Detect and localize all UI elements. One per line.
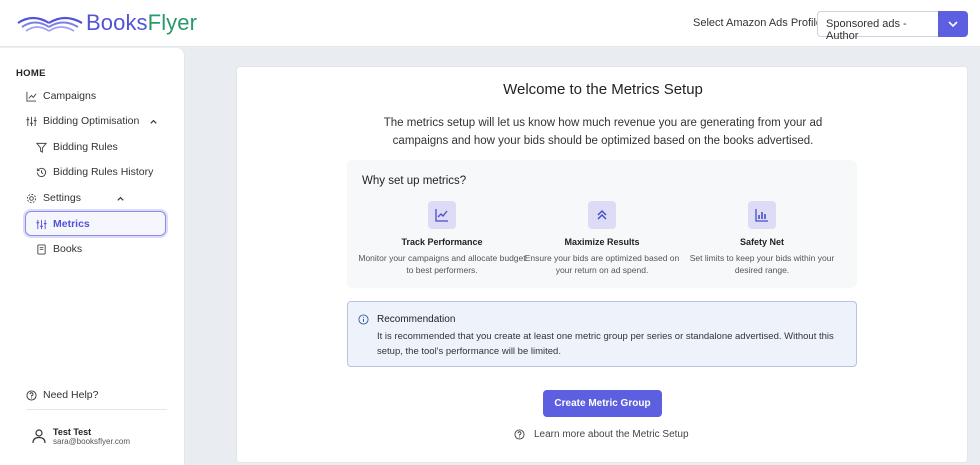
profile-label: Select Amazon Ads Profile: (693, 17, 826, 29)
sidebar-item-metrics[interactable]: Metrics (25, 211, 166, 236)
info-icon (358, 314, 369, 325)
logo-flyer: Flyer (147, 10, 198, 35)
sidebar-item-bidding-optimisation[interactable]: Bidding Optimisation (26, 115, 164, 127)
sidebar-item-label: Settings (43, 192, 81, 204)
feature-title: Track Performance (401, 237, 483, 247)
feature-maximize-results: Maximize Results Ensure your bids are op… (517, 201, 687, 276)
user-name: Test Test (53, 427, 92, 437)
page-description: The metrics setup will let us know how m… (383, 117, 823, 147)
feature-title: Safety Net (739, 237, 784, 247)
feature-description: Monitor your campaigns and allocate budg… (358, 253, 526, 275)
learn-more-link[interactable]: Learn more about the Metric Setup (514, 429, 689, 440)
sidebar-item-label: Campaigns (43, 90, 97, 102)
why-setup-section: Why set up metrics? Track Performance Mo… (347, 160, 857, 288)
chart-line-icon (26, 91, 37, 102)
bar-chart-icon (748, 201, 776, 229)
user-icon (32, 429, 46, 444)
recommendation-text: It is recommended that you create at lea… (377, 331, 834, 357)
need-help-link[interactable]: Need Help? (26, 389, 98, 401)
filter-icon (36, 142, 47, 153)
booksflyer-logo[interactable]: BooksFlyer (16, 9, 197, 37)
feature-description: Set limits to keep your bids within your… (689, 253, 835, 275)
sidebar-home-heading: HOME (16, 68, 46, 79)
open-book-icon (17, 16, 83, 32)
sidebar-item-label: Bidding Rules (53, 141, 118, 153)
metrics-setup-card: Welcome to the Metrics Setup The metrics… (236, 66, 968, 463)
sidebar-item-label: Books (53, 243, 83, 255)
sidebar-item-settings[interactable]: Settings (26, 192, 131, 204)
chevron-up-icon (150, 119, 157, 124)
recommendation-title: Recommendation (377, 314, 456, 325)
sidebar-divider (26, 409, 167, 410)
learn-more-label: Learn more about the Metric Setup (534, 429, 689, 440)
chevron-down-icon (948, 21, 958, 28)
sidebar-item-label: Bidding Optimisation (43, 115, 140, 127)
sliders-icon (26, 116, 37, 126)
sidebar-item-label: Metrics (53, 218, 90, 230)
feature-safety-net: Safety Net Set limits to keep your bids … (677, 201, 847, 276)
feature-title: Maximize Results (564, 237, 640, 247)
user-email: sara@booksflyer.com (53, 437, 131, 446)
need-help-label: Need Help? (43, 389, 99, 401)
sidebar-item-metrics-content: Metrics (36, 218, 90, 230)
sidebar-item-label: Bidding Rules History (53, 166, 154, 178)
profile-select[interactable]: Sponsored ads - Author (817, 11, 938, 42)
history-icon (36, 167, 47, 177)
recommendation-box: Recommendation It is recommended that yo… (347, 301, 857, 367)
profile-dropdown-button[interactable] (938, 11, 968, 37)
chevron-up-icon (117, 196, 124, 201)
sidebar-item-bidding-rules-history[interactable]: Bidding Rules History (36, 166, 153, 178)
sliders-icon (36, 219, 47, 229)
sidebar-item-bidding-rules[interactable]: Bidding Rules (36, 141, 118, 153)
page-title: Welcome to the Metrics Setup (503, 81, 703, 98)
help-circle-icon (26, 389, 37, 401)
help-circle-icon (514, 429, 525, 440)
feature-description: Ensure your bids are optimized based on … (524, 253, 680, 275)
chart-line-icon (428, 201, 456, 229)
top-header: BooksFlyer Select Amazon Ads Profile: Sp… (0, 0, 980, 47)
chevrons-up-icon (588, 201, 616, 229)
sidebar-item-campaigns[interactable]: Campaigns (26, 90, 96, 102)
gear-icon (26, 193, 37, 203)
why-setup-title: Why set up metrics? (362, 175, 467, 187)
logo-text: BooksFlyer (86, 10, 197, 36)
book-icon (37, 243, 46, 255)
feature-track-performance: Track Performance Monitor your campaigns… (357, 201, 527, 276)
create-metric-group-button[interactable]: Create Metric Group (543, 390, 662, 417)
logo-books: Books (86, 10, 148, 35)
sidebar-item-books[interactable]: Books (36, 243, 82, 255)
sidebar: HOME Campaigns Bidding Optimisation Bidd… (0, 48, 185, 465)
